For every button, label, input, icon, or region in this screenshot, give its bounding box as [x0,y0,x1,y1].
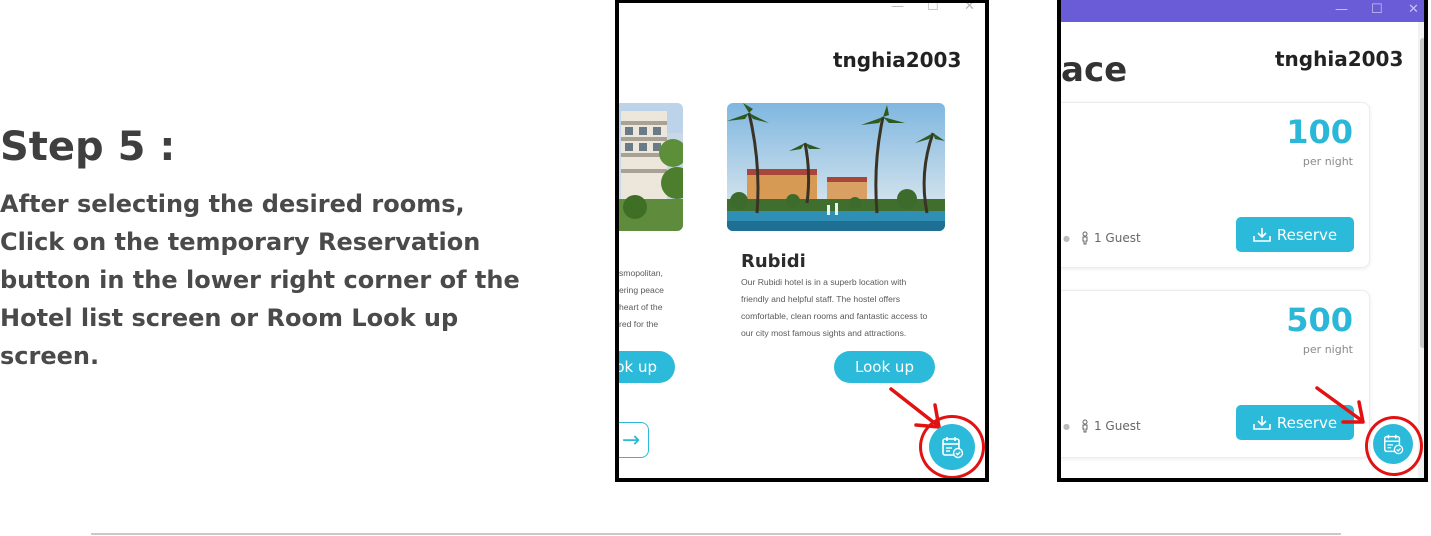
close-button[interactable]: ✕ [1408,2,1419,17]
hotel-description: Our Rubidi hotel is in a superb location… [741,274,927,342]
person-icon [1082,231,1088,245]
room-card: 500 per night ● 1 Guest Reserve [1061,290,1370,458]
guest-label: 1 Guest [1093,231,1141,245]
hotel-description-line: friendly and helpful staff. The hostel o… [741,294,901,304]
username-label: tnghia2003 [1275,47,1404,71]
step-description: After selecting the desired rooms, Click… [0,185,540,375]
title-bar: — ☐ ✕ [1061,0,1424,22]
maximize-button[interactable]: ☐ [1371,2,1383,17]
guest-count: ● 1 Guest [1063,419,1141,433]
hotel-description-line: our city most famous sights and attracti… [741,328,907,338]
guest-label: 1 Guest [1093,419,1141,433]
step-line: Click on the temporary Reservation [0,228,481,256]
page-title-partial: ace [1061,50,1128,90]
highlight-ring [1365,416,1423,476]
username-label: tnghia2003 [833,48,962,72]
section-divider [91,533,1341,535]
step-line: button in the lower right corner of the [0,266,520,294]
hotel-desc-partial: red for the [619,319,659,329]
pointer-arrow [1315,386,1365,424]
step-line: Hotel list screen or Room Look up [0,304,459,332]
hotel-desc-partial: heart of the [619,302,663,312]
per-night-label: per night [1302,343,1353,356]
room-card: 100 per night ● 1 Guest Reserve [1061,102,1370,268]
person-icon [1082,419,1088,433]
step-title: Step 5 : [0,124,176,170]
guest-count: ● 1 Guest [1063,231,1141,245]
look-up-button[interactable]: Look up [834,351,935,383]
step-line: screen. [0,342,100,370]
minimize-button[interactable]: — [1335,2,1348,17]
look-up-button-partial[interactable]: ok up [619,351,675,383]
arrow-right-icon: → [621,427,641,453]
download-icon [1253,415,1271,430]
room-price: 500 [1286,301,1353,339]
maximize-button[interactable]: ☐ [927,3,939,14]
close-button[interactable]: ✕ [964,3,975,14]
room-price: 100 [1286,113,1353,151]
hotel-image-partial [619,103,683,231]
per-night-label: per night [1302,155,1353,168]
room-lookup-screenshot: — ☐ ✕ ace tnghia2003 100 per night ● 1 G… [1057,0,1428,482]
minimize-button[interactable]: — [891,3,904,14]
hotel-description-line: Our Rubidi hotel is in a superb location… [741,277,907,287]
reserve-label: Reserve [1276,225,1338,244]
hotel-image [727,103,945,231]
next-page-button[interactable]: → [619,422,649,458]
step-line: After selecting the desired rooms, [0,190,465,218]
separator-dot: ● [1063,421,1070,431]
hotel-desc-partial: ering peace [619,285,664,295]
separator-dot: ● [1063,233,1070,243]
hotel-list-screenshot: — ☐ ✕ tnghia2003 smopolitan, ering peace… [615,0,989,482]
highlight-ring [919,415,985,478]
scrollbar-thumb[interactable] [1420,38,1424,348]
download-icon [1253,227,1271,242]
hotel-desc-partial: smopolitan, [619,268,663,278]
reserve-button[interactable]: Reserve [1236,217,1354,252]
hotel-description-line: comfortable, clean rooms and fantastic a… [741,311,928,321]
hotel-name: Rubidi [741,251,806,272]
